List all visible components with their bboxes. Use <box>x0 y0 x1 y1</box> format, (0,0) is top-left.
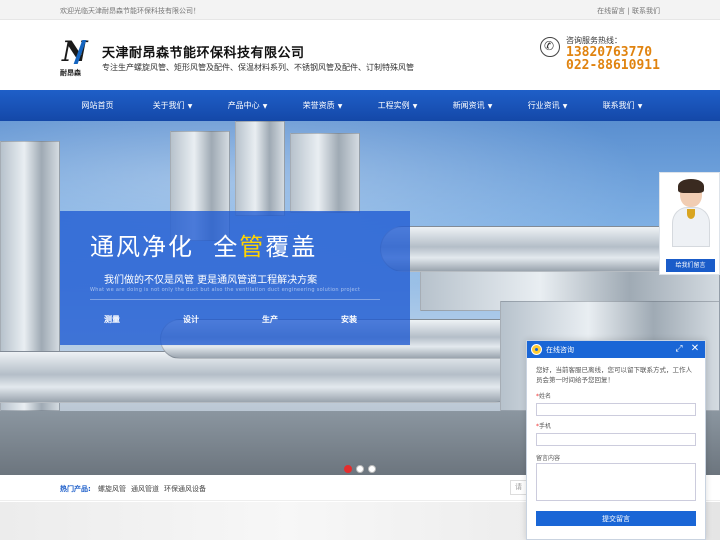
chevron-down-icon: ▼ <box>187 103 193 110</box>
nav-item-home[interactable]: 网站首页 <box>60 90 135 121</box>
nav-item-honors[interactable]: 荣誉资质 ▼ <box>285 90 360 121</box>
chat-logo-icon <box>531 344 542 355</box>
promo-step-install: 安装 <box>341 315 357 324</box>
banner-duct-vertical <box>290 133 360 213</box>
logo-sub-text: 耐昂森 <box>60 69 81 77</box>
promo-divider <box>90 299 380 300</box>
promo-title-highlight: 管 <box>239 233 266 261</box>
chat-offline-message: 您好，当前客服已离线，您可以留下联系方式，工作人员会第一时间给予您回复！ <box>536 366 692 384</box>
promo-title-part: 通风净化 <box>90 233 194 261</box>
nav-item-industry[interactable]: 行业资讯 ▼ <box>510 90 585 121</box>
chat-title: 在线咨询 <box>546 346 574 354</box>
promo-step-production: 生产 <box>262 315 278 324</box>
avatar-scarf <box>687 209 695 219</box>
avatar-hair <box>678 179 704 193</box>
close-icon[interactable]: ✕ <box>689 343 701 355</box>
promo-title: 通风净化 全管覆盖 <box>90 227 317 262</box>
promo-step-measure: 测量 <box>104 315 120 324</box>
promo-title-part: 覆盖 <box>265 233 318 261</box>
submit-message-button[interactable]: 提交留言 <box>536 511 696 526</box>
nav-label: 网站首页 <box>81 101 114 110</box>
promo-box: 通风净化 全管覆盖 我们做的不仅是风管 更是通风管道工程解决方案 What we… <box>60 211 410 345</box>
slide-dot[interactable] <box>344 465 352 473</box>
nav-item-news[interactable]: 新闻资讯 ▼ <box>435 90 510 121</box>
service-agent-avatar <box>672 179 710 255</box>
main-nav: 网站首页 关于我们 ▼ 产品中心 ▼ 荣誉资质 ▼ 工程实例 ▼ 新闻资讯 ▼ 行业资讯 ▼… <box>0 90 720 121</box>
name-label: *姓名 <box>536 391 551 400</box>
banner-duct-vertical <box>235 121 285 216</box>
promo-step-design: 设计 <box>183 315 199 324</box>
name-field[interactable] <box>536 403 696 416</box>
chevron-down-icon: ▼ <box>637 103 643 110</box>
hot-product-link[interactable]: 螺旋风管 <box>98 484 126 494</box>
nav-label: 荣誉资质 <box>302 101 335 110</box>
leave-message-button[interactable]: 给我们留言 <box>666 259 715 272</box>
chevron-down-icon: ▼ <box>262 103 268 110</box>
slide-dot[interactable] <box>368 465 376 473</box>
nav-item-contact[interactable]: 联系我们 ▼ <box>585 90 660 121</box>
phone-icon <box>540 37 560 57</box>
nav-item-about[interactable]: 关于我们 ▼ <box>135 90 210 121</box>
slide-dot[interactable] <box>356 465 364 473</box>
chevron-down-icon: ▼ <box>562 103 568 110</box>
comment-label: 留言内容 <box>536 455 561 462</box>
nav-item-products[interactable]: 产品中心 ▼ <box>210 90 285 121</box>
nav-label: 联系我们 <box>602 101 635 110</box>
promo-subtitle: 我们做的不仅是风管 更是通风管道工程解决方案 <box>104 275 318 286</box>
nav-label: 关于我们 <box>152 101 185 110</box>
company-logo[interactable]: N 耐昂森 <box>60 38 94 78</box>
nav-item-projects[interactable]: 工程实例 ▼ <box>360 90 435 121</box>
promo-subtitle-en: What we are doing is not only the duct b… <box>90 287 361 293</box>
chevron-down-icon: ▼ <box>487 103 493 110</box>
phone-field[interactable] <box>536 433 696 446</box>
nav-label: 产品中心 <box>227 101 260 110</box>
expand-icon[interactable]: ⤢ <box>673 343 685 355</box>
nav-label: 新闻资讯 <box>452 101 485 110</box>
name-label-text: 姓名 <box>539 393 552 400</box>
welcome-text: 欢迎光临天津耐昂森节能环保科技有限公司！ <box>60 7 200 15</box>
chat-header: 在线咨询 ⤢ ✕ <box>527 341 705 358</box>
nav-label: 行业资讯 <box>527 101 560 110</box>
company-slogan: 专注生产螺旋风管、矩形风管及配件、保温材料系列、不锈钢风管及配件、订制特殊风管 <box>102 63 414 72</box>
site-header: N 耐昂森 天津耐昂森节能环保科技有限公司 专注生产螺旋风管、矩形风管及配件、保… <box>0 20 720 90</box>
phone-label: *手机 <box>536 421 551 430</box>
hotline-landline: 022-88610911 <box>566 58 660 73</box>
chevron-down-icon: ▼ <box>412 103 418 110</box>
hot-product-link[interactable]: 通风管道 <box>131 484 159 494</box>
top-links: 在线留言 | 联系我们 <box>597 6 660 16</box>
top-link-contact[interactable]: 联系我们 <box>632 7 660 15</box>
promo-title-part: 全 <box>213 233 240 261</box>
nav-label: 工程实例 <box>377 101 410 110</box>
hot-product-link[interactable]: 环保通风设备 <box>164 484 206 494</box>
top-bar: 欢迎光临天津耐昂森节能环保科技有限公司！ 在线留言 | 联系我们 <box>0 0 720 20</box>
slide-indicators <box>344 458 380 475</box>
hot-products-label: 热门产品: <box>60 485 91 493</box>
top-link-separator: | <box>627 7 630 15</box>
company-name: 天津耐昂森节能环保科技有限公司 <box>102 46 305 61</box>
chevron-down-icon: ▼ <box>337 103 343 110</box>
top-link-message[interactable]: 在线留言 <box>597 7 625 15</box>
chat-widget: 在线咨询 ⤢ ✕ 您好，当前客服已离线，您可以留下联系方式，工作人员会第一时间给… <box>526 340 706 540</box>
phone-label-text: 手机 <box>539 423 552 430</box>
customer-service-card: 给我们留言 <box>659 172 720 275</box>
comment-textarea[interactable] <box>536 463 696 501</box>
